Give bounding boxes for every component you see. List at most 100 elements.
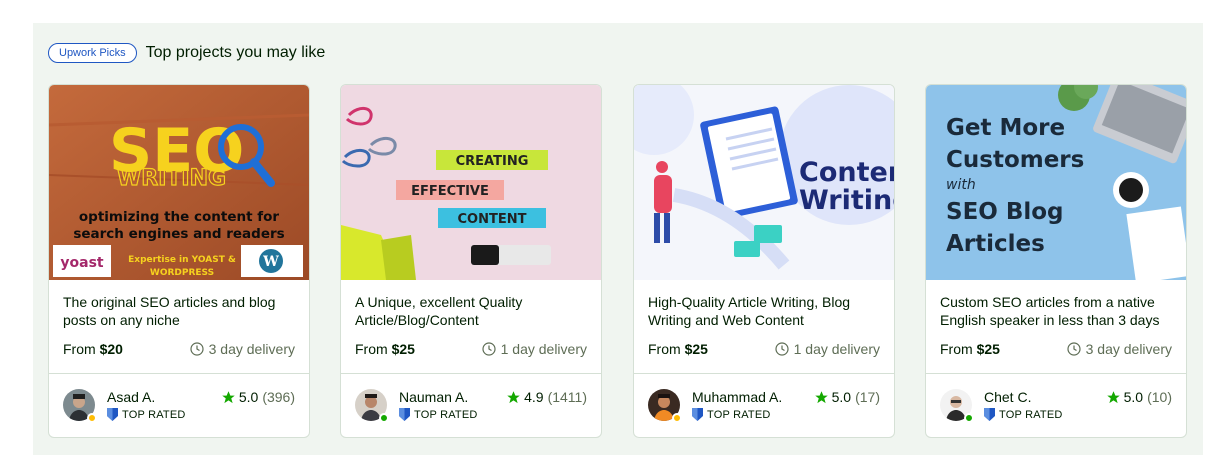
- svg-text:EFFECTIVE: EFFECTIVE: [411, 184, 489, 199]
- clock-icon: [1067, 342, 1081, 356]
- svg-text:Writing: Writing: [799, 185, 894, 216]
- project-thumbnail-2[interactable]: CREATING EFFECTIVE CONTENT: [341, 85, 601, 280]
- review-count: (10): [1147, 389, 1172, 405]
- price-value: $25: [391, 341, 415, 357]
- divider: [926, 373, 1186, 374]
- project-card-4[interactable]: Get More Customers with SEO Blog Article…: [925, 84, 1187, 438]
- clock-icon: [775, 342, 789, 356]
- seller-info-3: Muhammad A. TOP RATED 5.0 (17): [648, 387, 880, 425]
- project-thumbnail-1[interactable]: SEO WRITING optimizing the content for s…: [49, 85, 309, 280]
- svg-text:optimizing the content for: optimizing the content for: [79, 209, 280, 225]
- rating-score: 4.9: [524, 389, 544, 405]
- creating-effective-content-image: CREATING EFFECTIVE CONTENT: [341, 85, 601, 280]
- seller-info-2: Nauman A. TOP RATED 4.9 (1411): [355, 387, 587, 425]
- price-prefix: From: [940, 341, 977, 357]
- rating-score: 5.0: [238, 389, 259, 405]
- price-value: $25: [976, 341, 1000, 357]
- review-count: (1411): [547, 389, 587, 405]
- delivery-time: 3 day delivery: [208, 341, 295, 357]
- seo-blog-articles-image: Get More Customers with SEO Blog Article…: [926, 85, 1186, 280]
- clock-icon: [482, 342, 496, 356]
- review-count: (17): [855, 389, 880, 405]
- svg-text:Content: Content: [799, 157, 894, 188]
- price-prefix: From: [648, 341, 685, 357]
- status-online-dot: [379, 413, 389, 423]
- project-title-3[interactable]: High-Quality Article Writing, Blog Writi…: [648, 293, 884, 329]
- seller-name[interactable]: Asad A.: [107, 389, 155, 405]
- content-writing-image: Content Writing: [634, 85, 894, 280]
- seller-info-4: Chet C. TOP RATED 5.0 (10): [940, 387, 1172, 425]
- svg-text:with: with: [946, 177, 976, 193]
- svg-text:Articles: Articles: [946, 231, 1045, 257]
- shield-icon: [984, 408, 995, 421]
- svg-text:W: W: [262, 254, 279, 270]
- rating: 5.0 (10): [1106, 389, 1172, 405]
- project-card-3[interactable]: Content Writing High-Quality Article Wri…: [633, 84, 895, 438]
- project-title-4[interactable]: Custom SEO articles from a native Englis…: [940, 293, 1176, 329]
- star-icon: [1106, 390, 1120, 403]
- top-rated-badge: TOP RATED: [399, 408, 478, 421]
- divider: [634, 373, 894, 374]
- svg-text:CREATING: CREATING: [456, 154, 529, 169]
- svg-text:Customers: Customers: [946, 147, 1084, 173]
- seller-avatar-1[interactable]: [63, 389, 97, 423]
- shield-icon: [692, 408, 703, 421]
- seller-avatar-3[interactable]: [648, 389, 682, 423]
- price-value: $25: [684, 341, 708, 357]
- seller-avatar-2[interactable]: [355, 389, 389, 423]
- svg-text:WRITING: WRITING: [117, 166, 226, 191]
- price-prefix: From: [355, 341, 392, 357]
- project-card-1[interactable]: SEO WRITING optimizing the content for s…: [48, 84, 310, 438]
- star-icon: [507, 390, 520, 403]
- top-rated-badge: TOP RATED: [984, 408, 1063, 421]
- top-projects-section: Upwork Picks Top projects you may like S…: [33, 23, 1203, 455]
- top-rated-badge: TOP RATED: [107, 408, 186, 421]
- rating: 5.0 (17): [814, 389, 880, 405]
- delivery-time: 3 day delivery: [1085, 341, 1172, 357]
- project-card-2[interactable]: CREATING EFFECTIVE CONTENT A Unique, exc…: [340, 84, 602, 438]
- seller-avatar-4[interactable]: [940, 389, 974, 423]
- top-rated-badge: TOP RATED: [692, 408, 771, 421]
- seller-name[interactable]: Nauman A.: [399, 389, 468, 405]
- project-title-1[interactable]: The original SEO articles and blog posts…: [63, 293, 299, 329]
- rating: 5.0 (396): [221, 389, 295, 405]
- status-away-dot: [672, 413, 682, 423]
- project-title-2[interactable]: A Unique, excellent Quality Article/Blog…: [355, 293, 591, 329]
- shield-icon: [107, 408, 118, 421]
- rating-score: 5.0: [1123, 389, 1144, 405]
- seller-info-1: Asad A. TOP RATED 5.0 (396): [63, 387, 295, 425]
- seller-name[interactable]: Chet C.: [984, 389, 1031, 405]
- divider: [49, 373, 309, 374]
- upwork-picks-badge: Upwork Picks: [48, 43, 137, 63]
- price-row-3: From $25 1 day delivery: [648, 340, 880, 358]
- shield-icon: [399, 408, 410, 421]
- star-icon: [814, 390, 828, 403]
- price-value: $20: [99, 341, 123, 357]
- project-thumbnail-4[interactable]: Get More Customers with SEO Blog Article…: [926, 85, 1186, 280]
- seller-name[interactable]: Muhammad A.: [692, 389, 782, 405]
- delivery-time: 1 day delivery: [793, 341, 880, 357]
- review-count: (396): [262, 389, 295, 405]
- star-icon: [222, 390, 235, 403]
- price-row-1: From $20 3 day delivery: [63, 340, 295, 358]
- price-prefix: From: [63, 341, 100, 357]
- rating-score: 5.0: [831, 389, 852, 405]
- svg-text:SEO Blog: SEO Blog: [946, 199, 1064, 225]
- price-row-4: From $25 3 day delivery: [940, 340, 1172, 358]
- svg-text:Expertise in YOAST &: Expertise in YOAST &: [128, 255, 236, 265]
- svg-text:search engines and readers: search engines and readers: [73, 226, 284, 242]
- svg-text:yoast: yoast: [60, 255, 104, 271]
- svg-text:Get More: Get More: [946, 115, 1065, 141]
- price-row-2: From $25 1 day delivery: [355, 340, 587, 358]
- svg-text:CONTENT: CONTENT: [458, 212, 527, 227]
- status-away-dot: [87, 413, 97, 423]
- clock-icon: [190, 342, 204, 356]
- status-online-dot: [964, 413, 974, 423]
- section-title: Top projects you may like: [145, 44, 326, 61]
- seo-writing-image: SEO WRITING optimizing the content for s…: [49, 85, 309, 280]
- divider: [341, 373, 601, 374]
- delivery-time: 1 day delivery: [500, 341, 587, 357]
- rating: 4.9 (1411): [506, 389, 587, 405]
- section-header: Upwork Picks Top projects you may like: [48, 42, 325, 64]
- project-thumbnail-3[interactable]: Content Writing: [634, 85, 894, 280]
